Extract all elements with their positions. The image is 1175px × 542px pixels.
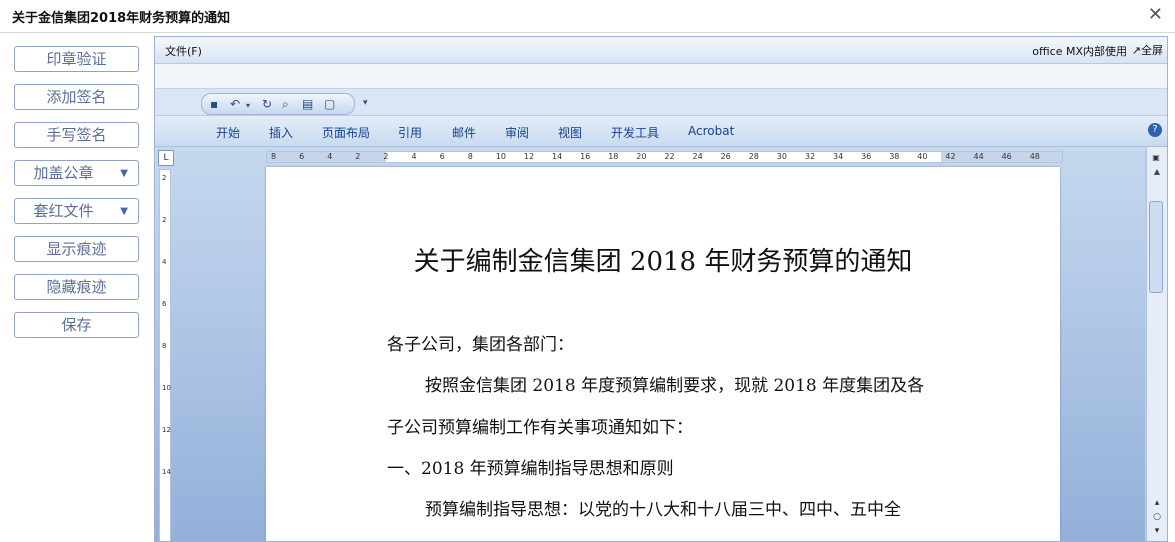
horizontal-ruler[interactable]: 8 6 4 2 2 4 6 8 10 12 14 16 18 20 22 24 26 28 30 32 34 36 38 40… bbox=[266, 151, 1063, 163]
add-official-seal-button[interactable]: 加盖公章 ▼ bbox=[14, 160, 139, 186]
prev-page-icon[interactable]: ▴ bbox=[1150, 497, 1164, 509]
help-icon[interactable]: ? bbox=[1148, 123, 1162, 137]
ruler-tick-label: 12 bbox=[523, 152, 535, 161]
ruler-tick-label: 10 bbox=[495, 152, 506, 161]
ruler-tick-label: 18 bbox=[608, 152, 619, 161]
file-menu[interactable]: 文件(F) bbox=[165, 43, 202, 59]
doc-paragraph: 各子公司，集团各部门： bbox=[387, 335, 574, 355]
sidebar: 印章验证 添加签名 手写签名 加盖公章 ▼ 套红文件 ▼ 显示痕迹 隐藏痕迹 保… bbox=[0, 33, 152, 542]
ruler-tick-label: 16 bbox=[580, 152, 591, 161]
license-label: office MX内部使用 bbox=[1032, 45, 1127, 58]
ruler-tick-label: 24 bbox=[692, 152, 703, 161]
scrollbar-thumb[interactable] bbox=[1149, 201, 1163, 293]
ruler-tick-label: 48 bbox=[1029, 152, 1040, 161]
ruler-tick-label: 2 bbox=[383, 152, 389, 161]
ruler-tick-label: 8 bbox=[467, 152, 473, 161]
tab-developer[interactable]: 开发工具 bbox=[611, 124, 659, 141]
ruler-tick-label: 44 bbox=[973, 152, 984, 161]
tab-acrobat[interactable]: Acrobat bbox=[688, 124, 734, 138]
print-icon[interactable]: ▤ bbox=[302, 97, 313, 111]
save-button[interactable]: 保存 bbox=[14, 312, 139, 338]
close-icon[interactable]: ✕ bbox=[1148, 4, 1163, 25]
tab-mailings[interactable]: 邮件 bbox=[452, 124, 476, 141]
ruler-tick-label: 28 bbox=[748, 152, 759, 161]
tab-references[interactable]: 引用 bbox=[398, 124, 422, 141]
ruler-tick-label: 4 bbox=[411, 152, 417, 161]
ruler-tick-label: 2 bbox=[355, 152, 361, 161]
tab-stop-selector[interactable]: L bbox=[158, 150, 174, 166]
floppy-icon[interactable]: ▪ bbox=[210, 97, 218, 111]
next-page-icon[interactable]: ▾ bbox=[1150, 525, 1164, 537]
quick-access-row: ▪ ↶ ▾ ↻ ⌕ ▤ ▢ ▾ bbox=[155, 89, 1167, 115]
ruler-tick-label: 4 bbox=[162, 258, 167, 266]
doc-paragraph: 按照金信集团 2018 年度预算编制要求，现就 2018 年度集团及各 bbox=[425, 376, 925, 396]
chevron-down-icon[interactable]: ▾ bbox=[246, 99, 250, 113]
quick-access-toolbar: ▪ ↶ ▾ ↻ ⌕ ▤ ▢ bbox=[201, 93, 355, 115]
fullscreen-button[interactable]: ↗全屏 bbox=[1132, 42, 1163, 58]
ruler-tick-label: 8 bbox=[162, 342, 167, 350]
ruler-tick-label: 14 bbox=[552, 152, 563, 161]
toolbar-blank-row bbox=[155, 64, 1167, 89]
handwrite-signature-button[interactable]: 手写签名 bbox=[14, 122, 139, 148]
ruler-tick-label: 2 bbox=[162, 174, 167, 182]
ruler-tick-label: 30 bbox=[776, 152, 787, 161]
chevron-down-icon: ▼ bbox=[120, 168, 128, 179]
print-preview-icon[interactable]: ⌕ bbox=[282, 97, 289, 111]
redo-icon[interactable]: ↻ bbox=[262, 97, 272, 111]
ruler-tick-label: 6 bbox=[439, 152, 445, 161]
ruler-tick-label: 6 bbox=[162, 300, 167, 308]
ribbon-tabs: 开始 插入 页面布局 引用 邮件 审阅 视图 开发工具 Acrobat ? bbox=[155, 116, 1167, 147]
ruler-tick-label: 40 bbox=[917, 152, 928, 161]
tab-insert[interactable]: 插入 bbox=[269, 124, 293, 141]
doc-paragraph: 预算编制指导思想：以党的十八大和十八届三中、四中、五中全 bbox=[425, 500, 901, 520]
doc-heading: 一、2018 年预算编制指导思想和原则 bbox=[387, 459, 674, 479]
customize-qat-icon[interactable]: ▾ bbox=[363, 96, 368, 110]
chevron-down-icon: ▼ bbox=[120, 206, 128, 217]
undo-icon[interactable]: ↶ bbox=[230, 97, 240, 111]
ruler-tick-label: 2 bbox=[162, 216, 167, 224]
ruler-tick-label: 10 bbox=[162, 384, 171, 392]
menu-bar: 文件(F) office MX内部使用 ↗全屏 bbox=[155, 37, 1167, 64]
ruler-tick-label: 4 bbox=[327, 152, 333, 161]
doc-paragraph: 子公司预算编制工作有关事项通知如下： bbox=[387, 418, 693, 438]
tab-page-layout[interactable]: 页面布局 bbox=[322, 124, 370, 141]
tab-view[interactable]: 视图 bbox=[558, 124, 582, 141]
ruler-tick-label: 32 bbox=[804, 152, 816, 161]
ruler-tick-label: 12 bbox=[162, 426, 171, 434]
copy-icon[interactable]: ▢ bbox=[324, 97, 335, 111]
ruler-toggle-icon[interactable]: ▣ bbox=[1149, 151, 1163, 165]
document-title: 关于编制金信集团 2018 年财务预算的通知 bbox=[413, 247, 913, 277]
chevron-up-icon[interactable]: ▲ bbox=[1150, 167, 1164, 179]
ruler-tick-label: 36 bbox=[861, 152, 872, 161]
ruler-tick-label: 20 bbox=[636, 152, 647, 161]
document-area: L 8 6 4 2 2 4 6 8 10 12 14 16 18 20 22 24 26 28 30 32 34 36 38… bbox=[155, 147, 1145, 541]
vertical-scrollbar[interactable]: ▣ ▲ ▴ ○ ▾ bbox=[1146, 147, 1167, 541]
ruler-tick-label: 46 bbox=[1001, 152, 1012, 161]
browse-object-icon[interactable]: ○ bbox=[1150, 511, 1164, 523]
word-editor: 文件(F) office MX内部使用 ↗全屏 ▪ ↶ ▾ ↻ ⌕ ▤ ▢ ▾ … bbox=[154, 36, 1168, 542]
tab-review[interactable]: 审阅 bbox=[505, 124, 529, 141]
ruler-tick-label: 14 bbox=[162, 468, 171, 476]
hide-revisions-button[interactable]: 隐藏痕迹 bbox=[14, 274, 139, 300]
document-page[interactable]: 关于编制金信集团 2018 年财务预算的通知 各子公司，集团各部门： 按照金信集… bbox=[266, 167, 1060, 541]
vertical-ruler[interactable]: 2 2 4 6 8 10 12 14 bbox=[159, 169, 171, 541]
ruler-tick-label: 38 bbox=[889, 152, 900, 161]
ruler-tick-label: 22 bbox=[664, 152, 675, 161]
ruler-tick-label: 34 bbox=[833, 152, 844, 161]
ruler-tick-label: 42 bbox=[945, 152, 956, 161]
show-revisions-button[interactable]: 显示痕迹 bbox=[14, 236, 139, 262]
ruler-tick-label: 26 bbox=[720, 152, 731, 161]
window-title: 关于金信集团2018年财务预算的通知 bbox=[12, 11, 231, 26]
ruler-tick-label: 6 bbox=[299, 152, 305, 161]
red-header-file-button[interactable]: 套红文件 ▼ bbox=[14, 198, 139, 224]
tab-home[interactable]: 开始 bbox=[216, 124, 240, 141]
window-titlebar: 关于金信集团2018年财务预算的通知 ✕ bbox=[0, 0, 1175, 33]
ruler-tick-label: 8 bbox=[271, 152, 277, 161]
add-signature-button[interactable]: 添加签名 bbox=[14, 84, 139, 110]
seal-verify-button[interactable]: 印章验证 bbox=[14, 46, 139, 72]
